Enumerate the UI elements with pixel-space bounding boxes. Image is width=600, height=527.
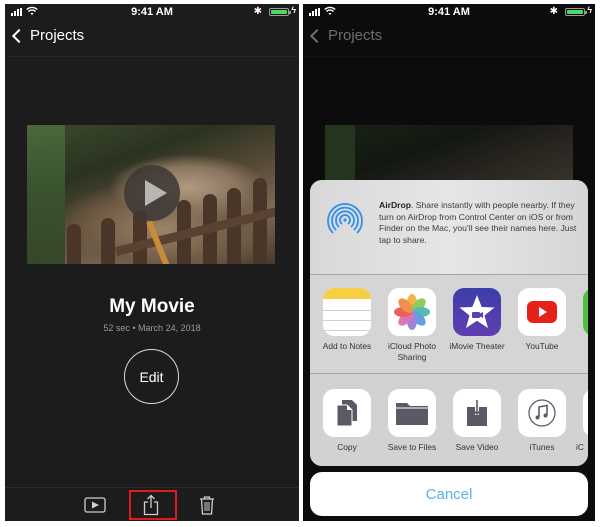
navigation-bar: Projects [303,21,595,57]
movie-thumbnail-dimmed [325,125,573,185]
phone-screen-share-sheet: 9:41 AM ✱ ϟ Projects AirDrop. Share inst… [303,4,595,521]
share-apps-row[interactable]: Add to Notes iCloud Photo Sharing iMovie… [310,276,588,374]
play-rectangle-icon [84,497,106,513]
share-app-label: iMovie Theater [449,341,505,351]
folder-icon [388,389,436,437]
airdrop-title: AirDrop [379,200,411,210]
share-app-label: iCloud Photo Sharing [388,341,436,362]
action-label: iC [576,442,584,452]
itunes-icon [518,389,566,437]
share-app-imovie-theater[interactable]: iMovie Theater [444,288,510,352]
bluetooth-icon: ✱ [549,6,558,17]
thumbnail-foliage [325,125,355,185]
back-to-projects-button[interactable]: Projects [11,27,84,44]
back-label: Projects [30,27,85,44]
fence-post [67,224,81,264]
photos-icon [388,288,436,336]
bluetooth-icon: ✱ [253,6,262,17]
share-actions-row[interactable]: Copy Save to Files Save Video iTunes iC [310,375,588,466]
youtube-icon [518,288,566,336]
phone-screen-project: 9:41 AM ✱ ϟ Projects My Movie 52 sec • M… [5,4,299,521]
airdrop-description: AirDrop. Share instantly with people nea… [379,200,579,246]
share-app-icloud-photo-sharing[interactable]: iCloud Photo Sharing [379,288,445,362]
action-save-video[interactable]: Save Video [444,389,510,453]
save-video-icon [453,389,501,437]
battery-icon [269,8,291,16]
share-app-label: Add to Notes [322,341,372,351]
play-fullscreen-button[interactable] [83,493,107,517]
action-label: iTunes [529,442,555,452]
airdrop-icon [327,203,363,234]
chevron-left-icon [11,28,27,43]
thumbnail-foliage [27,125,65,264]
charging-bolt-icon: ϟ [587,5,592,15]
messages-icon [583,288,588,336]
navigation-bar: Projects [5,21,299,57]
action-label: Copy [337,442,357,452]
back-to-projects-button[interactable]: Projects [309,27,382,44]
fence-post [101,218,115,264]
play-icon [145,180,167,206]
action-save-to-files[interactable]: Save to Files [379,389,445,453]
action-copy[interactable]: Copy [314,389,380,453]
icloud-icon [583,389,588,437]
status-bar: 9:41 AM ✱ ϟ [303,4,595,20]
delete-button[interactable] [195,493,219,517]
movie-thumbnail[interactable] [27,125,275,264]
share-app-add-to-notes[interactable]: Add to Notes [314,288,380,352]
share-icon [143,494,159,516]
airdrop-section: AirDrop. Share instantly with people nea… [310,180,588,275]
action-icloud-partial[interactable]: iC [574,389,588,453]
edit-button[interactable]: Edit [124,349,179,404]
chevron-left-icon [309,28,325,43]
share-app-label: YouTube [525,341,559,351]
movie-meta: 52 sec • March 24, 2018 [103,323,201,333]
action-itunes[interactable]: iTunes [509,389,575,453]
back-label: Projects [328,27,383,44]
charging-bolt-icon: ϟ [291,5,296,15]
status-bar: 9:41 AM ✱ ϟ [5,4,299,20]
share-app-youtube[interactable]: YouTube [509,288,575,352]
share-app-messages-partial[interactable] [574,288,588,336]
share-sheet: AirDrop. Share instantly with people nea… [310,180,588,466]
battery-icon [565,8,587,16]
action-label: Save Video [455,442,499,452]
trash-icon [200,496,214,515]
movie-title: My Movie [109,296,195,317]
share-button[interactable] [139,493,163,517]
action-label: Save to Files [387,442,437,452]
imovie-icon [453,288,501,336]
bottom-toolbar [5,487,299,521]
play-movie-button[interactable] [124,165,180,221]
notes-icon [323,288,371,336]
copy-icon [323,389,371,437]
cancel-button[interactable]: Cancel [310,472,588,516]
